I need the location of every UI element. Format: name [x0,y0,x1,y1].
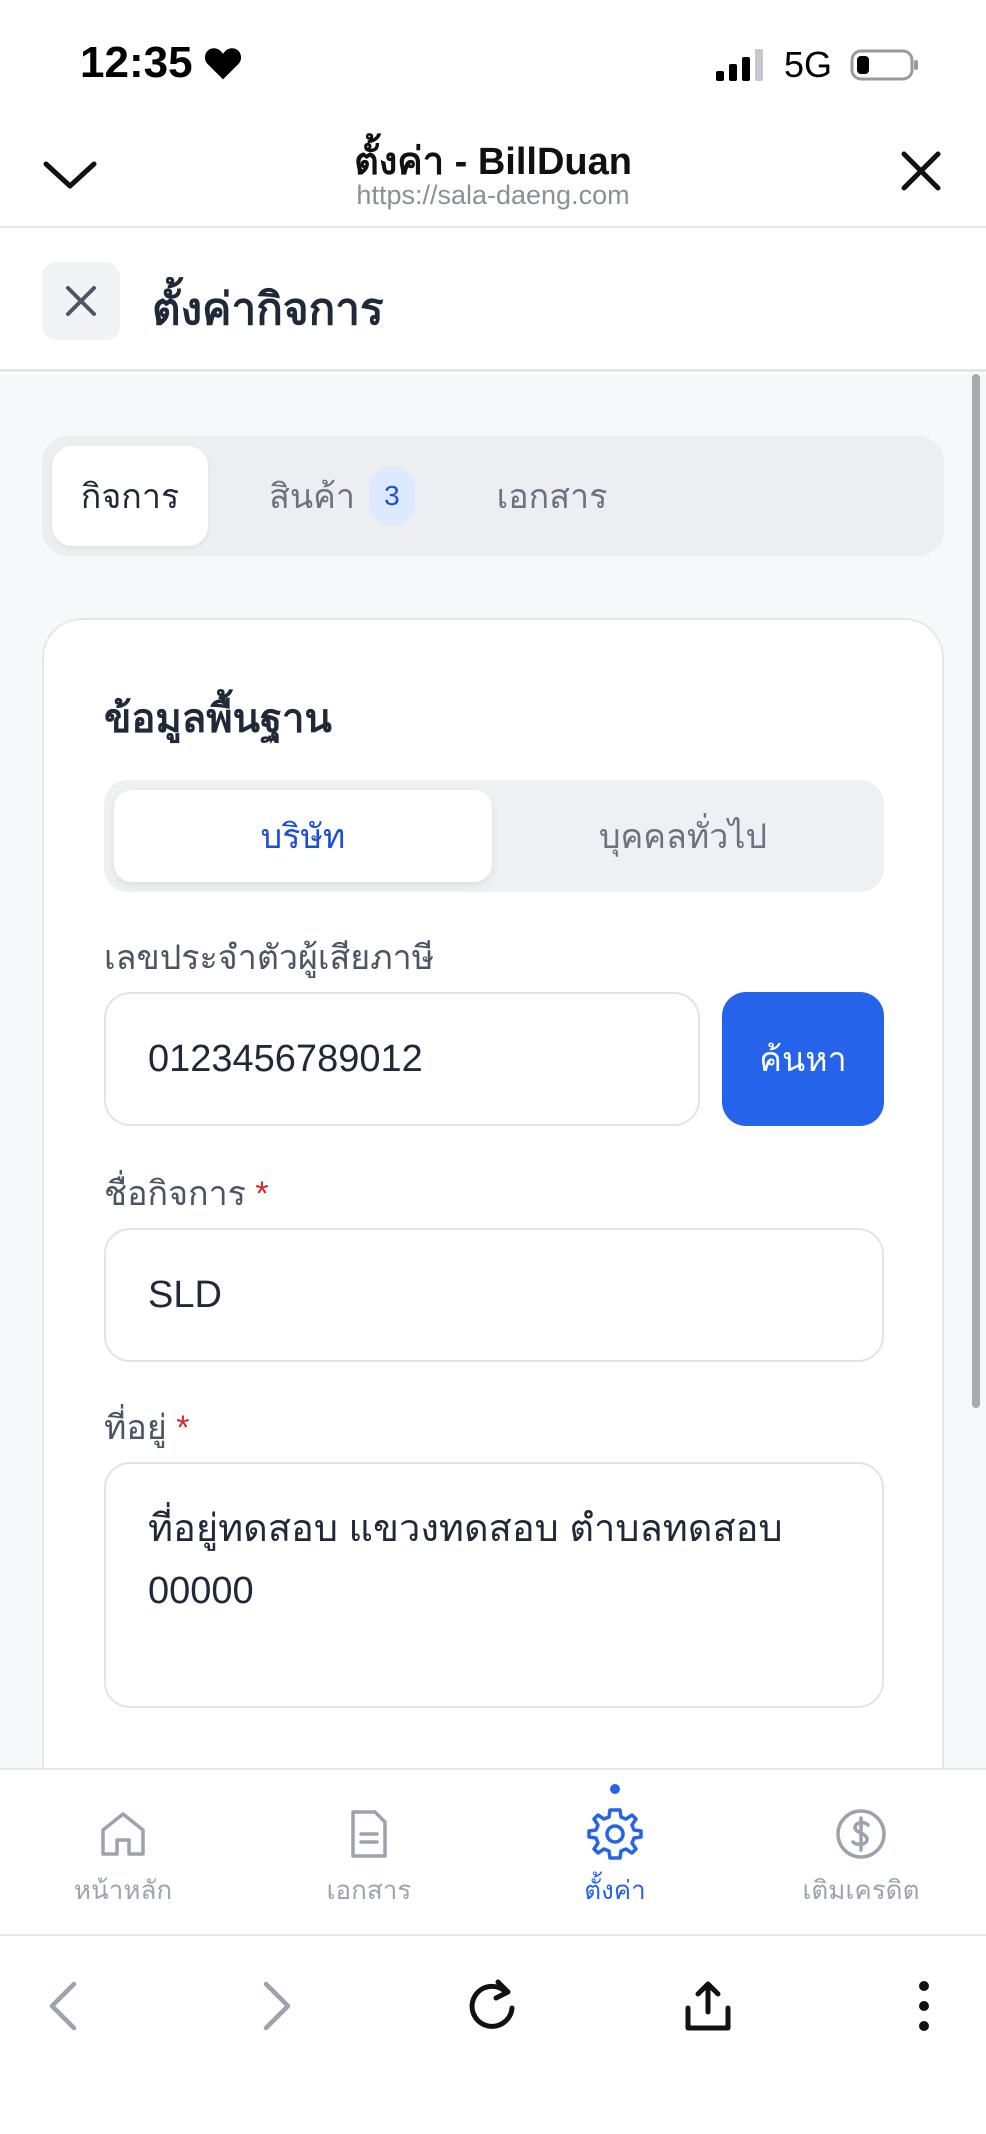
nav-settings-label: ตั้งค่า [584,1875,646,1905]
nav-documents[interactable]: เอกสาร [246,1770,492,1936]
more-button[interactable] [894,1976,954,2036]
share-icon [685,1981,731,2031]
browser-url: https://sala-daeng.com [356,180,630,210]
reload-icon [469,1979,515,2029]
individual-option[interactable]: บุคคลทั่วไป [494,790,872,882]
nav-home-label: หน้าหลัก [73,1875,173,1905]
tab-products[interactable]: สินค้า 3 [242,446,442,546]
entity-type-toggle: บริษัท บุคคลทั่วไป [104,780,884,892]
close-icon [66,286,96,316]
tab-products-label: สินค้า [269,478,355,516]
address-textarea[interactable]: ที่อยู่ทดสอบ แขวงทดสอบ ตำบลทดสอบ 00000 [104,1462,884,1708]
back-button[interactable] [34,1976,94,2036]
battery-icon [850,49,918,81]
scrollbar[interactable] [972,374,980,1408]
heart-icon [204,48,241,80]
required-mark: * [255,1175,269,1213]
clock-text: 12:35 [80,38,193,87]
browser-toolbar [0,1934,986,2134]
business-name-input[interactable]: SLD [104,1228,884,1362]
nav-home[interactable]: หน้าหลัก [0,1770,246,1936]
home-icon [101,1812,145,1856]
nav-topup-label: เติมเครดิต [802,1875,920,1905]
browser-header: ตั้งค่า - BillDuan https://sala-daeng.co… [0,120,986,228]
forward-button[interactable] [246,1976,306,2036]
section-title: ข้อมูลพื้นฐาน [104,697,332,741]
nav-documents-label: เอกสาร [326,1875,412,1905]
basic-info-card: ข้อมูลพื้นฐาน บริษัท บุคคลทั่วไป เลขประจ… [42,618,944,1768]
network-label: 5G [783,44,832,85]
business-name-label: ชื่อกิจการ * [104,1166,269,1220]
more-vertical-icon [919,1981,929,2031]
chevron-left-icon [49,1981,77,2031]
tab-documents[interactable]: เอกสาร [452,446,652,546]
company-option[interactable]: บริษัท [114,790,492,882]
required-mark: * [176,1409,190,1447]
signal-icon [715,49,763,81]
tab-business[interactable]: กิจการ [52,446,208,546]
address-label-text: ที่อยู่ [104,1409,167,1447]
tax-id-input[interactable]: 0123456789012 [104,992,700,1126]
search-button[interactable]: ค้นหา [722,992,884,1126]
address-label: ที่อยู่ * [104,1400,189,1454]
tax-id-label: เลขประจำตัวผู้เสียภาษี [104,939,435,977]
gear-icon [587,1808,643,1860]
settings-tabs: กิจการ สินค้า 3 เอกสาร [42,436,944,556]
reload-button[interactable] [462,1976,522,2036]
bottom-nav: หน้าหลัก เอกสาร ตั้งค่า เติมเครดิต [0,1768,986,1934]
nav-topup-credit[interactable]: เติมเครดิต [738,1770,984,1936]
page-header: ตั้งค่ากิจการ [0,230,986,372]
page-title: ตั้งค่ากิจการ [152,285,384,334]
document-icon [351,1810,387,1858]
dollar-icon [836,1809,886,1859]
chevron-right-icon [263,1981,291,2031]
business-name-label-text: ชื่อกิจการ [104,1175,246,1213]
count-badge: 3 [368,467,415,525]
settings-content: กิจการ สินค้า 3 เอกสาร ข้อมูลพื้นฐาน บริ… [0,374,986,1768]
close-icon[interactable] [896,146,946,196]
active-indicator [610,1784,620,1794]
status-bar: 12:35 5G [0,0,986,120]
close-settings-button[interactable] [42,262,120,340]
status-indicators: 5G [715,44,920,86]
share-button[interactable] [678,1976,738,2036]
status-time: 12:35 [80,38,243,88]
nav-settings[interactable]: ตั้งค่า [492,1770,738,1936]
